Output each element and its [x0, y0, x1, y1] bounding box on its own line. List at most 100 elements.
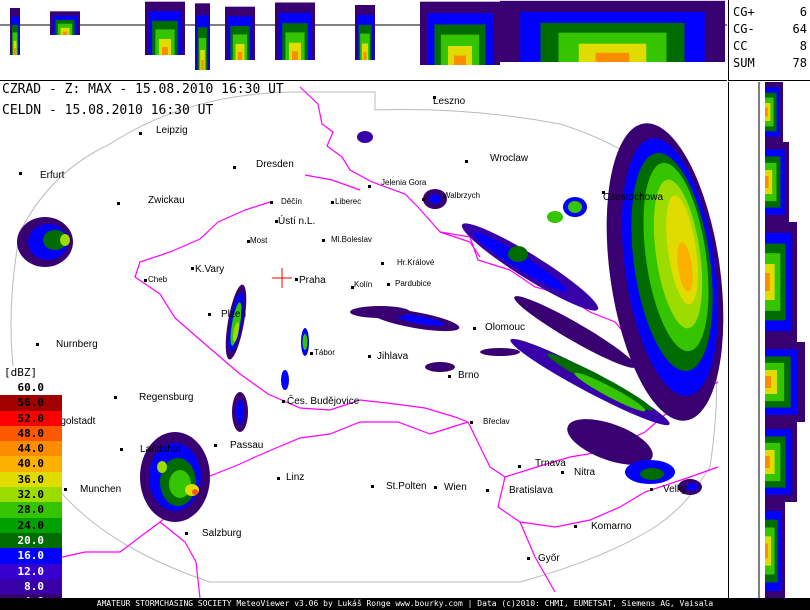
city-dot [422, 198, 425, 201]
lightning-count-row: SUM 78 [733, 56, 807, 72]
right-cross-section-strip [728, 82, 810, 600]
city-dot [270, 201, 273, 204]
profile-echo [765, 107, 768, 117]
city-label: Olomouc [485, 322, 526, 333]
lightning-count-row: CG- 64 [733, 22, 807, 38]
city-label: Salzburg [202, 528, 242, 539]
profile-echo [162, 47, 168, 55]
rain-rate-mark: 10 [64, 463, 75, 473]
lightning-count-label: CG- [733, 22, 755, 36]
precipitation-echo [480, 348, 520, 356]
city-dot [277, 477, 280, 480]
profile-echo [765, 543, 768, 559]
profile-echo [765, 273, 770, 291]
legend-item: 56.0 [0, 395, 62, 411]
legend-item: 12.0 [0, 563, 62, 579]
precipitation-echo [429, 194, 441, 204]
city-label: Munchen [80, 484, 122, 495]
legend-title: [dBZ] [0, 366, 62, 380]
city-dot [310, 352, 313, 355]
legend-item: 20.0 [0, 532, 62, 549]
profile-echo [237, 52, 243, 60]
precipitation-echo [157, 461, 167, 473]
legend-item: 32.0 [0, 487, 62, 503]
radar-site-marker [272, 268, 292, 288]
radar-map[interactable]: Leszno Leipzig Wroclaw Dresden Erfurt Jelenia… [0, 82, 727, 598]
city-dot [574, 525, 577, 528]
radar-product-title: CZRAD - Z: MAX - 15.08.2010 16:30 UT [2, 82, 284, 97]
city-dot [282, 400, 285, 403]
city-dot [465, 160, 468, 163]
city-dot [191, 267, 194, 270]
precipitation-echo [357, 131, 373, 143]
city-label: K.Vary [195, 264, 225, 275]
city-dot [185, 532, 188, 535]
city-label: Wroclaw [490, 153, 529, 164]
lightning-count-value: 64 [792, 22, 807, 36]
profile-echo [363, 51, 367, 60]
city-label: Plzeň [221, 309, 247, 320]
city-label: Trnava [535, 458, 566, 469]
city-dot [120, 448, 123, 451]
legend-item: 24.0 [0, 517, 62, 533]
city-label: Zwickau [148, 195, 185, 206]
precipitation-echo [350, 306, 410, 318]
precipitation-echo [60, 234, 70, 246]
city-dot [650, 488, 653, 491]
profile-echo [201, 60, 204, 70]
city-dot [36, 343, 39, 346]
lightning-count-label: CC [733, 39, 748, 53]
city-label: Walbrzych [443, 191, 481, 200]
city-label: St.Polten [386, 481, 427, 492]
profile-echo [14, 47, 16, 55]
city-dot [527, 557, 530, 560]
right-profile-graphic [758, 82, 805, 600]
city-label: Čes. Budějovice [287, 396, 360, 407]
city-label: Ml.Boleslav [331, 235, 372, 244]
top-cross-section-strip [0, 0, 727, 81]
city-label: Erfurt [40, 170, 65, 181]
legend-item: 8.0 [0, 578, 62, 595]
precipitation-echo [686, 483, 698, 491]
radar-coverage-outline [10, 91, 718, 583]
city-label: Liberec [335, 197, 362, 206]
profile-echo [292, 51, 298, 60]
precipitation-echo [508, 246, 528, 262]
city-dot [387, 283, 390, 286]
city-label: Regensburg [139, 392, 194, 403]
legend-item: 16.0 [0, 548, 62, 564]
city-dot [561, 471, 564, 474]
city-label: Dresden [256, 159, 294, 170]
lightning-count-value: 8 [799, 39, 807, 53]
city-label: Jelenia Gora [381, 178, 427, 187]
city-label: Pardubice [395, 279, 432, 288]
city-dot [114, 396, 117, 399]
rain-rate-mark: 0.1 [64, 584, 81, 594]
city-dot [371, 485, 374, 488]
city-label: Leszno [433, 96, 466, 107]
lightning-count-label: CG+ [733, 5, 755, 19]
city-label: Linz [286, 472, 305, 483]
precipitation-echo [568, 201, 582, 213]
profile-echo [765, 376, 771, 388]
city-dot [486, 489, 489, 492]
lightning-count-row: CG+ 6 [733, 5, 807, 21]
precipitation-echo [302, 334, 308, 350]
precipitation-echo [192, 489, 198, 495]
legend-item: 40.0 [0, 456, 62, 472]
city-label: Wien [444, 482, 467, 493]
city-dot [448, 375, 451, 378]
rain-rate-mark: 100 [64, 403, 81, 413]
city-label: Nurnberg [56, 339, 98, 350]
city-label: Jihlava [377, 351, 409, 362]
city-label: Győr [538, 553, 560, 564]
precipitation-echo [547, 211, 563, 223]
profile-echo [454, 55, 466, 65]
city-label: Leipzig [156, 125, 188, 136]
city-dot [139, 132, 142, 135]
city-dot [208, 313, 211, 316]
city-dot [117, 202, 120, 205]
city-label: Passau [230, 440, 264, 451]
precipitation-echo [574, 372, 646, 412]
credits-footer: AMATEUR STORMCHASING SOCIETY MeteoViewer… [0, 598, 810, 610]
